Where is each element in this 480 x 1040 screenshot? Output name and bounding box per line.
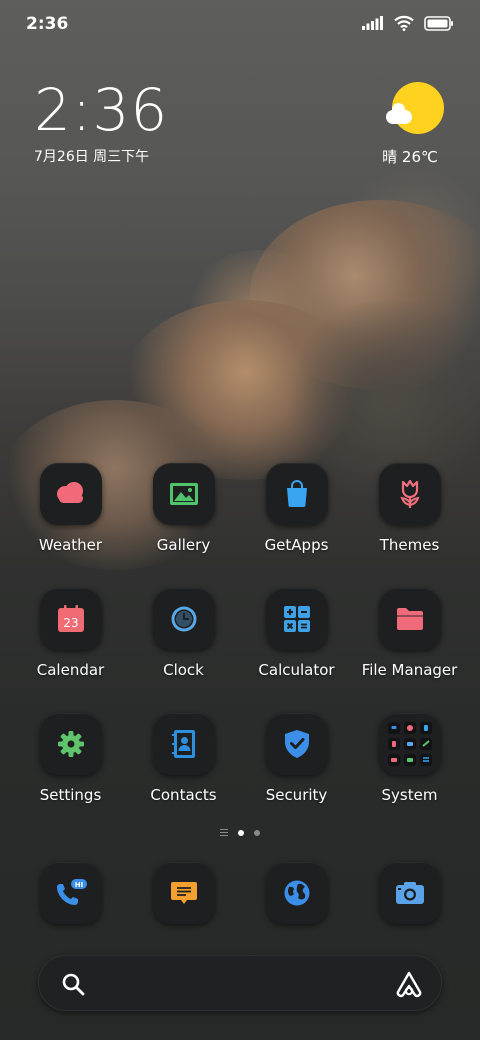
assistant-icon[interactable] [395,970,423,998]
signal-icon [362,16,383,30]
folder-grid-icon [387,722,432,766]
message-icon [170,882,197,904]
dock: HI [0,862,480,924]
app-icon: HI [39,862,102,924]
dock-phone[interactable]: HI [14,862,127,924]
weather-cloud-icon [56,482,83,503]
app-calculator[interactable]: Calculator [240,588,353,713]
app-icon [265,588,328,650]
page-dot-active[interactable] [238,829,244,836]
app-getapps[interactable]: GetApps [240,463,353,588]
app-label: Calculator [258,661,335,679]
status-bar: 2:36 [0,0,480,50]
app-gallery[interactable]: Gallery [127,463,240,588]
app-label: GetApps [264,536,329,554]
phone-icon: HI [56,879,87,905]
app-settings[interactable]: Settings [14,713,127,838]
app-drawer-icon[interactable] [220,829,228,836]
app-calendar[interactable]: 23 Calendar [14,588,127,713]
app-label: Themes [379,536,440,554]
app-clock[interactable]: Clock [127,588,240,713]
clock-time: 2:36 [34,76,169,144]
shield-check-icon [284,730,309,758]
app-weather[interactable]: Weather [14,463,127,588]
app-contacts[interactable]: Contacts [127,713,240,838]
app-label: File Manager [361,661,458,679]
calculator-icon [283,606,310,632]
app-label: Contacts [150,786,217,804]
app-themes[interactable]: Themes [353,463,466,588]
app-icon [265,862,328,924]
globe-icon [284,880,309,906]
weather-text: 晴 26℃ [382,148,438,166]
contacts-book-icon [171,730,195,758]
calendar-day: 23 [63,616,78,630]
camera-icon [395,882,424,904]
shopping-bag-icon [286,480,307,507]
clock-widget[interactable]: 2:36 7月26日 周三下午 [34,78,168,166]
app-icon [152,463,215,525]
app-label: Calendar [36,661,105,679]
search-icon[interactable] [61,972,85,996]
app-icon [265,713,328,775]
dock-browser[interactable] [240,862,353,924]
folder-icon [396,608,423,630]
phone-badge: HI [74,881,82,889]
app-icon [39,713,102,775]
sun-cloud-icon [386,82,444,134]
gear-icon [57,731,84,757]
app-label: Gallery [156,536,211,554]
dock-camera[interactable] [353,862,466,924]
weather-widget[interactable]: 晴 26℃ [382,82,444,167]
app-icon [39,463,102,525]
status-time: 2:36 [26,14,69,34]
battery-icon [424,15,453,31]
app-grid: Weather Gallery GetApps Themes 23 Calend… [0,463,480,838]
app-file-manager[interactable]: File Manager [353,588,466,713]
app-label: Security [265,786,328,804]
dock-messages[interactable] [127,862,240,924]
status-icons [362,15,454,31]
app-icon: 23 [39,588,102,650]
calendar-icon: 23 [57,605,84,632]
app-label: System [381,786,438,804]
app-icon [152,862,215,924]
app-security[interactable]: Security [240,713,353,838]
app-icon [152,588,215,650]
app-icon [378,588,441,650]
clock-date: 7月26日 周三下午 [34,149,150,165]
search-bar[interactable] [38,955,442,1011]
app-icon [152,713,215,775]
wifi-icon [394,15,414,31]
clock-icon [171,606,196,632]
tulip-icon [400,479,419,508]
gallery-image-icon [169,483,198,505]
app-icon [378,713,441,775]
app-label: Weather [38,536,103,554]
app-icon [378,862,441,924]
app-icon [378,463,441,525]
page-dot[interactable] [254,829,260,836]
page-indicator[interactable] [0,829,480,836]
app-label: Settings [39,786,102,804]
app-label: Clock [163,661,204,679]
app-icon [265,463,328,525]
app-system-folder[interactable]: System [353,713,466,838]
